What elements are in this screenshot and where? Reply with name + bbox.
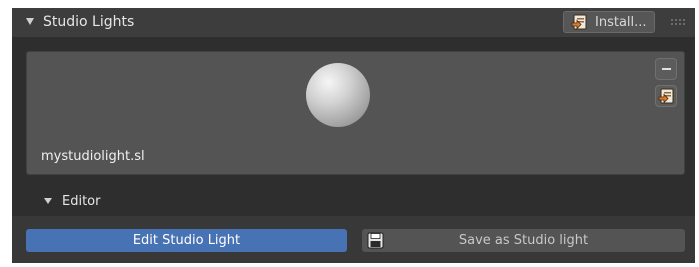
light-preview-sphere: [306, 63, 370, 127]
edit-studio-light-button[interactable]: Edit Studio Light: [26, 229, 347, 252]
remove-light-button[interactable]: [655, 58, 677, 80]
floppy-disk-icon: [367, 232, 384, 249]
import-icon: [658, 88, 674, 104]
editor-subpanel-body: Edit Studio Light Save as Studio light: [12, 216, 695, 263]
save-button-label: Save as Studio light: [458, 233, 589, 248]
studio-lights-panel-header[interactable]: Studio Lights Install...: [12, 8, 695, 37]
install-button[interactable]: Install...: [563, 11, 655, 33]
minus-icon: [662, 68, 671, 70]
studio-light-filename: mystudiolight.sl: [41, 149, 145, 164]
drag-grip-icon[interactable]: [671, 19, 685, 25]
import-light-button[interactable]: [655, 85, 677, 107]
editor-title: Editor: [62, 194, 101, 209]
editor-subpanel-header[interactable]: Editor: [12, 187, 695, 216]
import-icon: [571, 14, 587, 30]
install-button-label: Install...: [595, 15, 647, 30]
panel-title: Studio Lights: [43, 14, 135, 30]
preferences-frame: Studio Lights Install... mystudiolight.s…: [12, 8, 695, 263]
collapse-triangle-icon[interactable]: [44, 198, 52, 204]
save-as-studio-light-button[interactable]: Save as Studio light: [362, 229, 685, 252]
studio-light-preview-tile[interactable]: mystudiolight.sl: [26, 51, 685, 175]
collapse-triangle-icon[interactable]: [26, 18, 34, 25]
